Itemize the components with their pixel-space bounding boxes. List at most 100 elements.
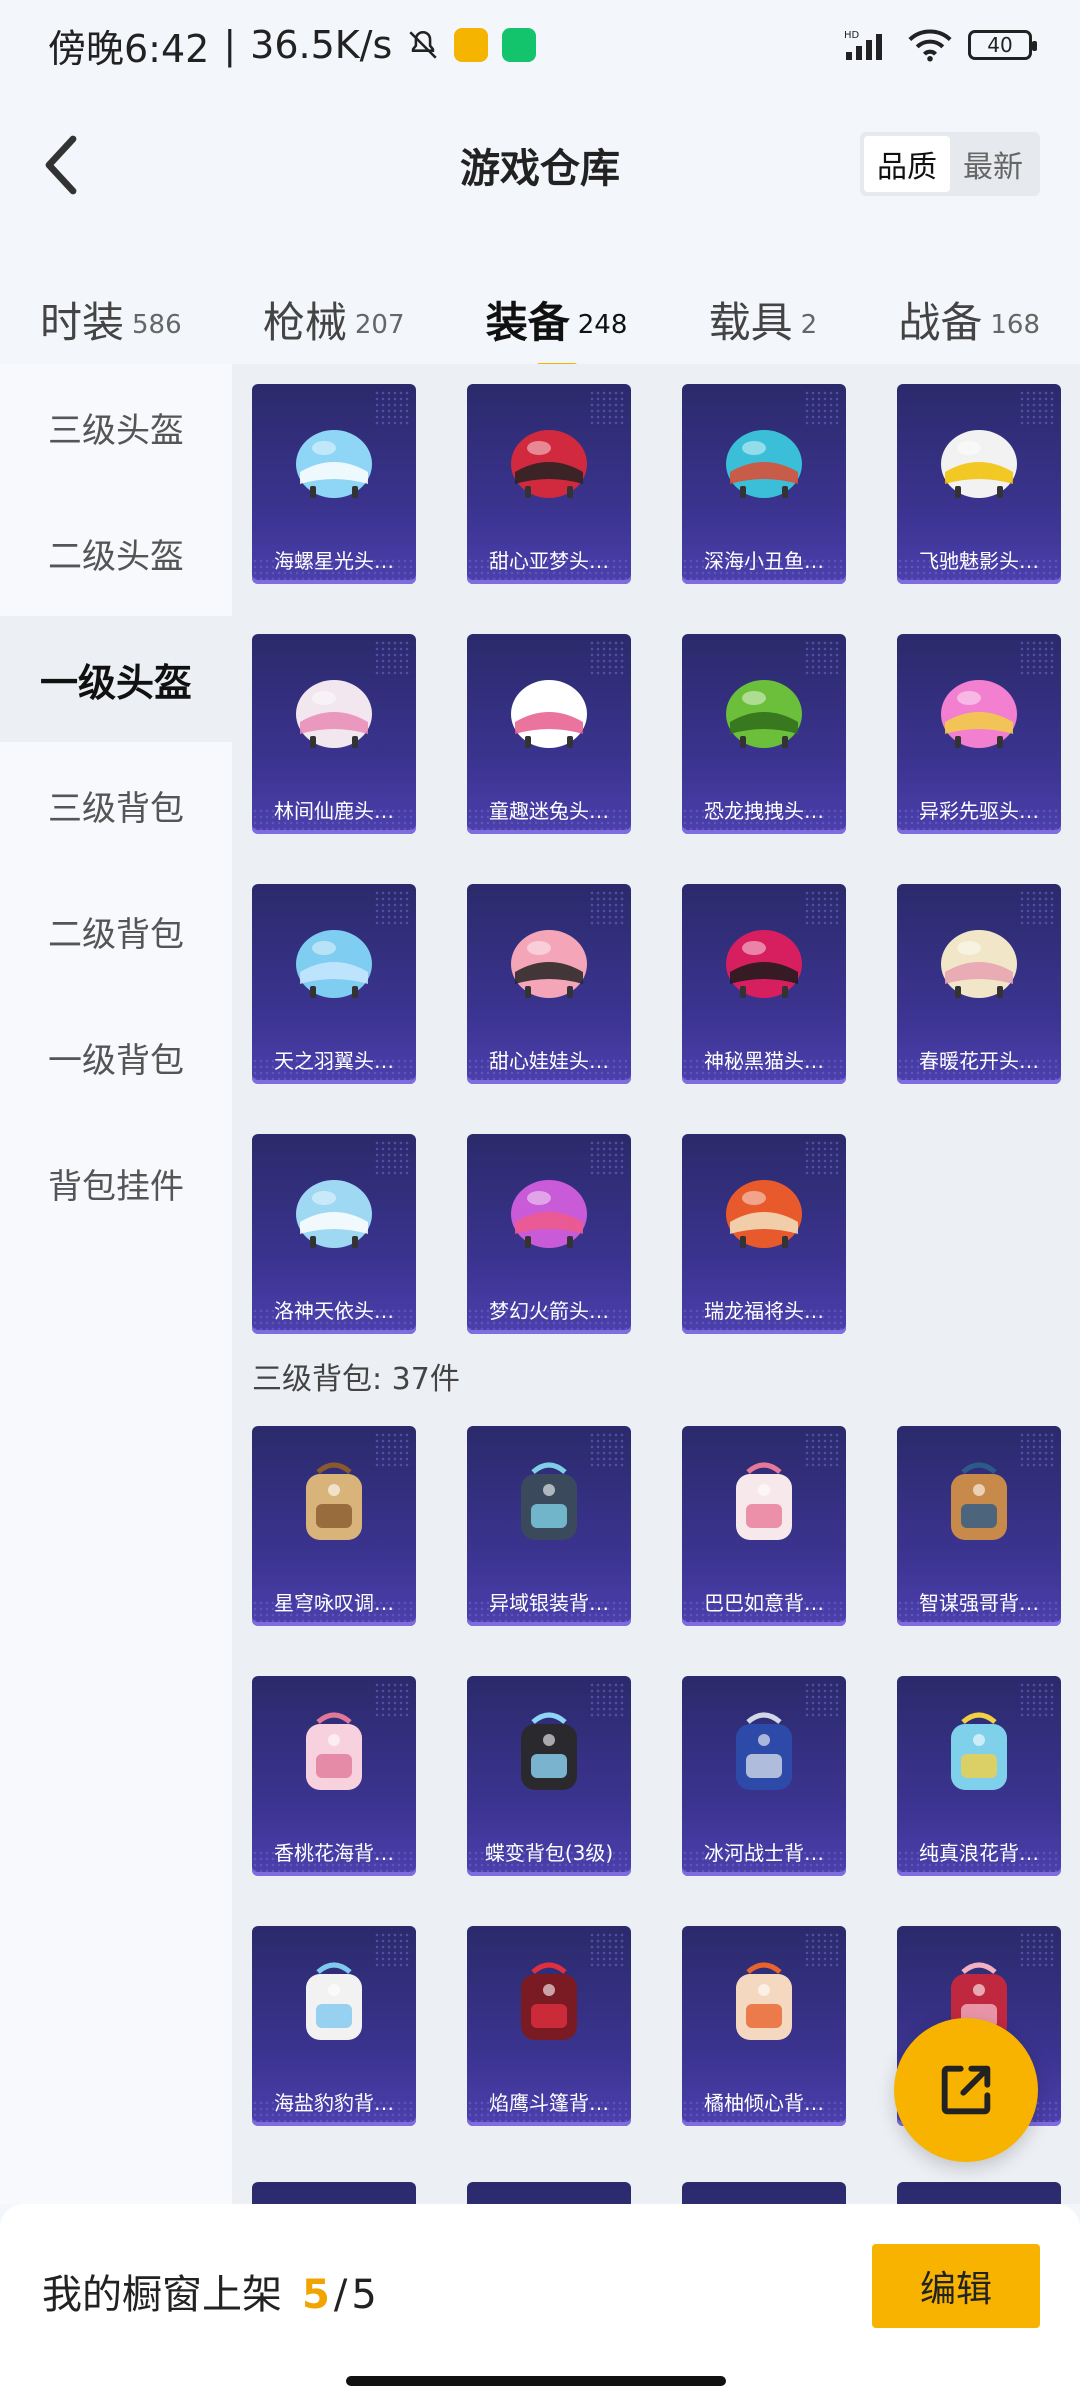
page-title: 游戏仓库 — [460, 146, 620, 192]
sort-option-quality[interactable]: 品质 — [864, 136, 950, 192]
sidebar-item-level3-backpack[interactable]: 三级背包 — [0, 742, 232, 868]
sidebar-item-backpack-charm[interactable]: 背包挂件 — [0, 1120, 232, 1246]
tab-label: 战备 — [898, 298, 983, 347]
item-content: 海螺星光头… 甜心亚梦头… 深海小丑鱼… 飞驰魅影头… 林间仙鹿头… 童趣迷兔头… 恐龙拽拽… — [232, 364, 1080, 2204]
helmet-card[interactable]: 春暖花开头… — [897, 884, 1061, 1084]
sort-option-latest[interactable]: 最新 — [950, 136, 1036, 192]
helmet-card[interactable]: 瑞龙福将头… — [682, 1134, 846, 1334]
shelf-current: 5 — [302, 2272, 330, 2318]
backpack-card[interactable]: 橘柚倾心背… — [682, 1926, 846, 2126]
backpack-card[interactable]: 异域银装背… — [467, 1426, 631, 1626]
backpack-card[interactable]: 星穹咏叹调… — [252, 1426, 416, 1626]
item-name: 神秘黑猫头… — [704, 1049, 824, 1073]
helmet-card[interactable]: 天之羽翼头… — [252, 884, 416, 1084]
backpack-card[interactable]: 香桃花海背… — [252, 1676, 416, 1876]
item-name: 异域银装背… — [489, 1591, 609, 1615]
shelf-label: 我的橱窗上架 — [42, 2272, 282, 2318]
sidebar: 三级头盔 二级头盔 一级头盔 三级背包 二级背包 一级背包 背包挂件 — [0, 364, 232, 2204]
helmet-card[interactable]: 飞驰魅影头… — [897, 384, 1061, 584]
tab-count: 2 — [800, 310, 818, 340]
tab-label: 时装 — [40, 298, 125, 347]
app-notification-icon-2 — [502, 28, 537, 62]
helmet-icon — [941, 430, 1017, 498]
backpack-card[interactable]: 智谋强哥背… — [897, 1426, 1061, 1626]
backpack-card[interactable]: 巴巴如意背… — [682, 1426, 846, 1626]
edit-button[interactable]: 编辑 — [872, 2244, 1040, 2328]
backpack-icon — [951, 1462, 1007, 1540]
backpack-icon — [521, 1462, 577, 1540]
screen: 傍晚6:42 | 36.5K/s HD 40 游戏仓库 品质 最新 时装 586… — [0, 0, 1080, 2400]
shelf-separator: / — [333, 2272, 348, 2318]
sort-toggle[interactable]: 品质 最新 — [860, 132, 1040, 196]
helmet-card[interactable]: 海螺星光头… — [252, 384, 416, 584]
share-button[interactable] — [894, 2018, 1038, 2162]
backpack-icon — [521, 1962, 577, 2040]
tab-guns[interactable]: 枪械 207 — [263, 250, 405, 350]
item-name: 甜心娃娃头… — [489, 1049, 609, 1073]
helmet-card[interactable]: 梦幻火箭头… — [467, 1134, 631, 1334]
item-name: 飞驰魅影头… — [919, 549, 1039, 573]
home-indicator[interactable] — [346, 2376, 726, 2386]
tab-fashion[interactable]: 时装 586 — [40, 250, 182, 350]
backpack-card[interactable]: 冰河战士背… — [682, 1676, 846, 1876]
item-card[interactable] — [252, 2182, 416, 2204]
helmet-grid: 海螺星光头… 甜心亚梦头… 深海小丑鱼… 飞驰魅影头… 林间仙鹿头… 童趣迷兔头… 恐龙拽拽… — [252, 384, 1062, 1334]
backpack-icon — [736, 1462, 792, 1540]
helmet-card[interactable]: 童趣迷兔头… — [467, 634, 631, 834]
helmet-card[interactable]: 神秘黑猫头… — [682, 884, 846, 1084]
tab-label: 载具 — [708, 298, 793, 347]
tab-vehicles[interactable]: 载具 2 — [709, 250, 818, 350]
helmet-card[interactable]: 甜心娃娃头… — [467, 884, 631, 1084]
helmet-icon — [511, 680, 587, 748]
item-name: 巴巴如意背… — [704, 1591, 824, 1615]
helmet-icon — [296, 1180, 372, 1248]
item-name: 林间仙鹿头… — [274, 799, 394, 823]
tab-count: 248 — [577, 310, 628, 340]
sidebar-item-level1-helmet[interactable]: 一级头盔 — [0, 616, 232, 742]
item-name: 天之羽翼头… — [274, 1049, 394, 1073]
sidebar-item-level1-backpack[interactable]: 一级背包 — [0, 994, 232, 1120]
backpack-card[interactable]: 纯真浪花背… — [897, 1676, 1061, 1876]
item-name: 焰鹰斗篷背… — [489, 2091, 609, 2115]
helmet-icon — [941, 930, 1017, 998]
backpack-icon — [521, 1712, 577, 1790]
helmet-icon — [726, 680, 802, 748]
helmet-icon — [511, 1180, 587, 1248]
helmet-card[interactable]: 深海小丑鱼… — [682, 384, 846, 584]
helmet-icon — [726, 1180, 802, 1248]
backpack-card[interactable]: 蝶变背包(3级) — [467, 1676, 631, 1876]
helmet-icon — [296, 680, 372, 748]
item-card[interactable] — [897, 2182, 1061, 2204]
tab-equipment[interactable]: 装备 248 — [486, 250, 628, 370]
helmet-icon — [941, 680, 1017, 748]
sidebar-item-level3-helmet[interactable]: 三级头盔 — [0, 364, 232, 490]
shelf-total: 5 — [351, 2272, 377, 2318]
backpack-icon — [951, 1712, 1007, 1790]
item-name: 瑞龙福将头… — [704, 1299, 824, 1323]
item-card[interactable] — [682, 2182, 846, 2204]
status-divider: | — [223, 23, 237, 67]
battery-indicator: 40 — [968, 30, 1037, 60]
helmet-card[interactable]: 林间仙鹿头… — [252, 634, 416, 834]
backpack-card[interactable]: 海盐豹豹背… — [252, 1926, 416, 2126]
helmet-card[interactable]: 甜心亚梦头… — [467, 384, 631, 584]
tab-gear[interactable]: 战备 168 — [898, 250, 1040, 350]
item-card[interactable] — [467, 2182, 631, 2204]
item-name: 海盐豹豹背… — [274, 2091, 394, 2115]
tab-label: 枪械 — [262, 298, 347, 347]
helmet-icon — [511, 430, 587, 498]
helmet-card[interactable]: 洛神天依头… — [252, 1134, 416, 1334]
item-name: 恐龙拽拽头… — [704, 799, 824, 823]
backpack-icon — [306, 1462, 362, 1540]
helmet-icon — [726, 430, 802, 498]
item-name: 异彩先驱头… — [919, 799, 1039, 823]
backpack-icon — [306, 1962, 362, 2040]
item-name: 梦幻火箭头… — [489, 1299, 609, 1323]
helmet-card[interactable]: 恐龙拽拽头… — [682, 634, 846, 834]
helmet-card[interactable]: 异彩先驱头… — [897, 634, 1061, 834]
sidebar-item-level2-helmet[interactable]: 二级头盔 — [0, 490, 232, 616]
item-name: 童趣迷兔头… — [489, 799, 609, 823]
sidebar-item-level2-backpack[interactable]: 二级背包 — [0, 868, 232, 994]
backpack-card[interactable]: 焰鹰斗篷背… — [467, 1926, 631, 2126]
back-button[interactable] — [26, 130, 96, 200]
